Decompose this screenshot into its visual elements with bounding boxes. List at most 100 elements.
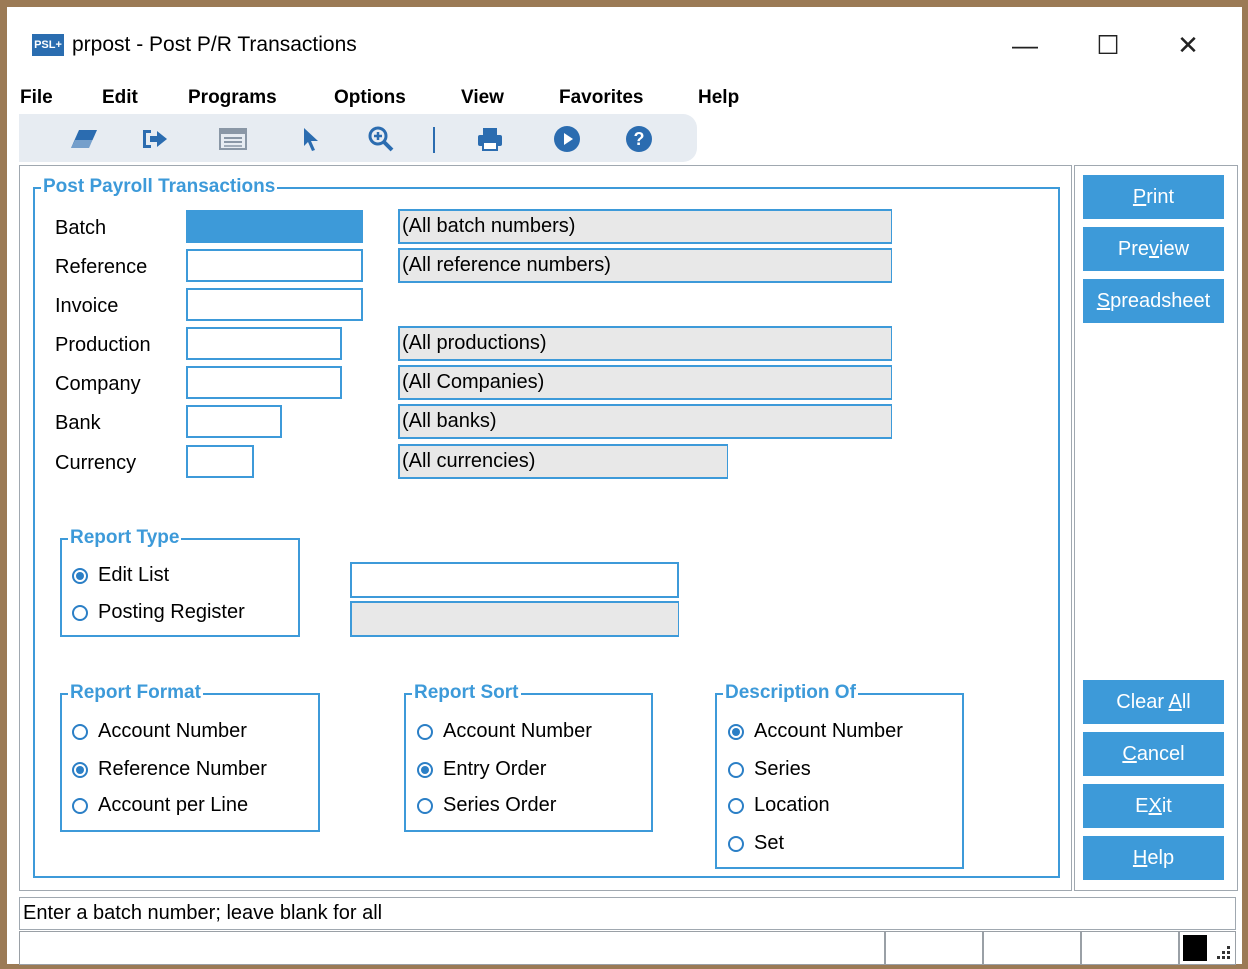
report-sort-title: Report Sort xyxy=(412,681,521,705)
status-message: Enter a batch number; leave blank for al… xyxy=(19,897,1236,930)
button-text: it xyxy=(1161,795,1172,817)
toolbar: ? xyxy=(19,114,697,162)
menu-bar: File Edit Programs Options View Favorite… xyxy=(7,81,1242,113)
reference-input[interactable] xyxy=(186,249,363,282)
invoice-label: Invoice xyxy=(55,295,119,317)
production-label: Production xyxy=(55,334,151,356)
window-title: prpost - Post P/R Transactions xyxy=(72,33,357,56)
radio-label: Entry Order xyxy=(443,758,547,780)
maximize-icon: ☐ xyxy=(1096,29,1120,60)
mnemonic: H xyxy=(1132,847,1148,869)
company-description: (All Companies) xyxy=(398,365,892,400)
exit-icon[interactable] xyxy=(138,124,172,154)
mnemonic: P xyxy=(1132,186,1147,208)
radio-selected-icon xyxy=(72,761,88,778)
play-icon[interactable] xyxy=(550,124,584,154)
radio-format-account-per-line[interactable]: Account per Line xyxy=(72,794,248,817)
clear-all-button[interactable]: Clear All xyxy=(1083,680,1224,724)
menu-options[interactable]: Options xyxy=(334,87,406,109)
zoom-in-icon[interactable] xyxy=(364,124,398,154)
bank-input[interactable] xyxy=(186,405,282,438)
menu-view[interactable]: View xyxy=(461,87,504,109)
company-input[interactable] xyxy=(186,366,342,399)
batch-input[interactable] xyxy=(186,210,363,243)
radio-label: Series Order xyxy=(443,794,557,816)
radio-format-account-number[interactable]: Account Number xyxy=(72,720,247,743)
pointer-icon[interactable] xyxy=(294,124,328,154)
maximize-button[interactable]: ☐ xyxy=(1085,25,1131,65)
title-bar: PSL+ prpost - Post P/R Transactions — ☐ … xyxy=(7,7,1242,80)
radio-label: Account Number xyxy=(98,720,247,742)
production-input[interactable] xyxy=(186,327,342,360)
radio-desc-account-number[interactable]: Account Number xyxy=(728,720,903,743)
radio-desc-set[interactable]: Set xyxy=(728,832,784,855)
radio-format-reference-number[interactable]: Reference Number xyxy=(72,758,267,781)
radio-edit-list[interactable]: Edit List xyxy=(72,564,169,587)
mnemonic: C xyxy=(1122,743,1137,765)
status-cell xyxy=(1081,931,1179,965)
svg-text:?: ? xyxy=(634,129,645,149)
app-icon: PSL+ xyxy=(32,34,64,56)
radio-unselected-icon xyxy=(72,604,88,621)
help-icon[interactable]: ? xyxy=(622,124,656,154)
mnemonic: A xyxy=(1168,691,1182,713)
reference-description: (All reference numbers) xyxy=(398,248,892,283)
close-button[interactable]: ✕ xyxy=(1165,25,1211,65)
status-cell xyxy=(885,931,983,965)
radio-posting-register[interactable]: Posting Register xyxy=(72,601,245,624)
spreadsheet-button[interactable]: Spreadsheet xyxy=(1083,279,1224,323)
report-type-field[interactable] xyxy=(350,562,679,598)
resize-grip-icon[interactable] xyxy=(1217,946,1231,960)
production-description: (All productions) xyxy=(398,326,892,361)
button-text: Pre xyxy=(1117,238,1150,260)
radio-sort-series-order[interactable]: Series Order xyxy=(417,794,556,817)
radio-label: Edit List xyxy=(98,564,170,586)
batch-description: (All batch numbers) xyxy=(398,209,892,244)
radio-unselected-icon xyxy=(728,797,744,814)
radio-desc-series[interactable]: Series xyxy=(728,758,811,781)
toolbar-separator xyxy=(433,127,435,153)
list-icon[interactable] xyxy=(216,124,250,154)
report-type-title: Report Type xyxy=(68,526,182,550)
print-icon[interactable] xyxy=(473,124,507,154)
bank-description: (All banks) xyxy=(398,404,892,439)
report-format-title: Report Format xyxy=(68,681,203,705)
radio-sort-account-number[interactable]: Account Number xyxy=(417,720,592,743)
close-icon: ✕ xyxy=(1177,29,1199,60)
menu-edit[interactable]: Edit xyxy=(102,87,138,109)
radio-selected-icon xyxy=(72,567,88,584)
eraser-icon[interactable] xyxy=(67,124,101,154)
reference-label: Reference xyxy=(55,256,148,278)
report-type-description xyxy=(350,601,679,637)
button-text: elp xyxy=(1147,847,1175,869)
button-text: Clear xyxy=(1116,691,1169,713)
status-cell xyxy=(19,931,885,965)
button-text: E xyxy=(1135,795,1149,817)
currency-input[interactable] xyxy=(186,445,254,478)
radio-label: Account Number xyxy=(443,720,592,742)
cancel-button[interactable]: Cancel xyxy=(1083,732,1224,776)
print-button[interactable]: Print xyxy=(1083,175,1224,219)
exit-button[interactable]: EXit xyxy=(1083,784,1224,828)
radio-label: Set xyxy=(754,832,785,854)
radio-desc-location[interactable]: Location xyxy=(728,794,830,817)
menu-favorites[interactable]: Favorites xyxy=(559,87,643,109)
radio-selected-icon xyxy=(728,723,744,740)
menu-programs[interactable]: Programs xyxy=(188,87,277,109)
mnemonic: X xyxy=(1148,795,1162,817)
currency-description: (All currencies) xyxy=(398,444,728,479)
button-text: iew xyxy=(1159,238,1190,260)
invoice-input[interactable] xyxy=(186,288,363,321)
radio-label: Posting Register xyxy=(98,601,245,623)
radio-sort-entry-order[interactable]: Entry Order xyxy=(417,758,546,781)
button-text: ancel xyxy=(1136,743,1185,765)
group-title: Post Payroll Transactions xyxy=(41,175,278,199)
help-button[interactable]: Help xyxy=(1083,836,1224,880)
radio-label: Account per Line xyxy=(98,794,249,816)
menu-help[interactable]: Help xyxy=(698,87,739,109)
radio-unselected-icon xyxy=(417,723,433,740)
preview-button[interactable]: Preview xyxy=(1083,227,1224,271)
menu-file[interactable]: File xyxy=(20,87,53,109)
minimize-button[interactable]: — xyxy=(1002,25,1048,65)
radio-unselected-icon xyxy=(728,835,744,852)
